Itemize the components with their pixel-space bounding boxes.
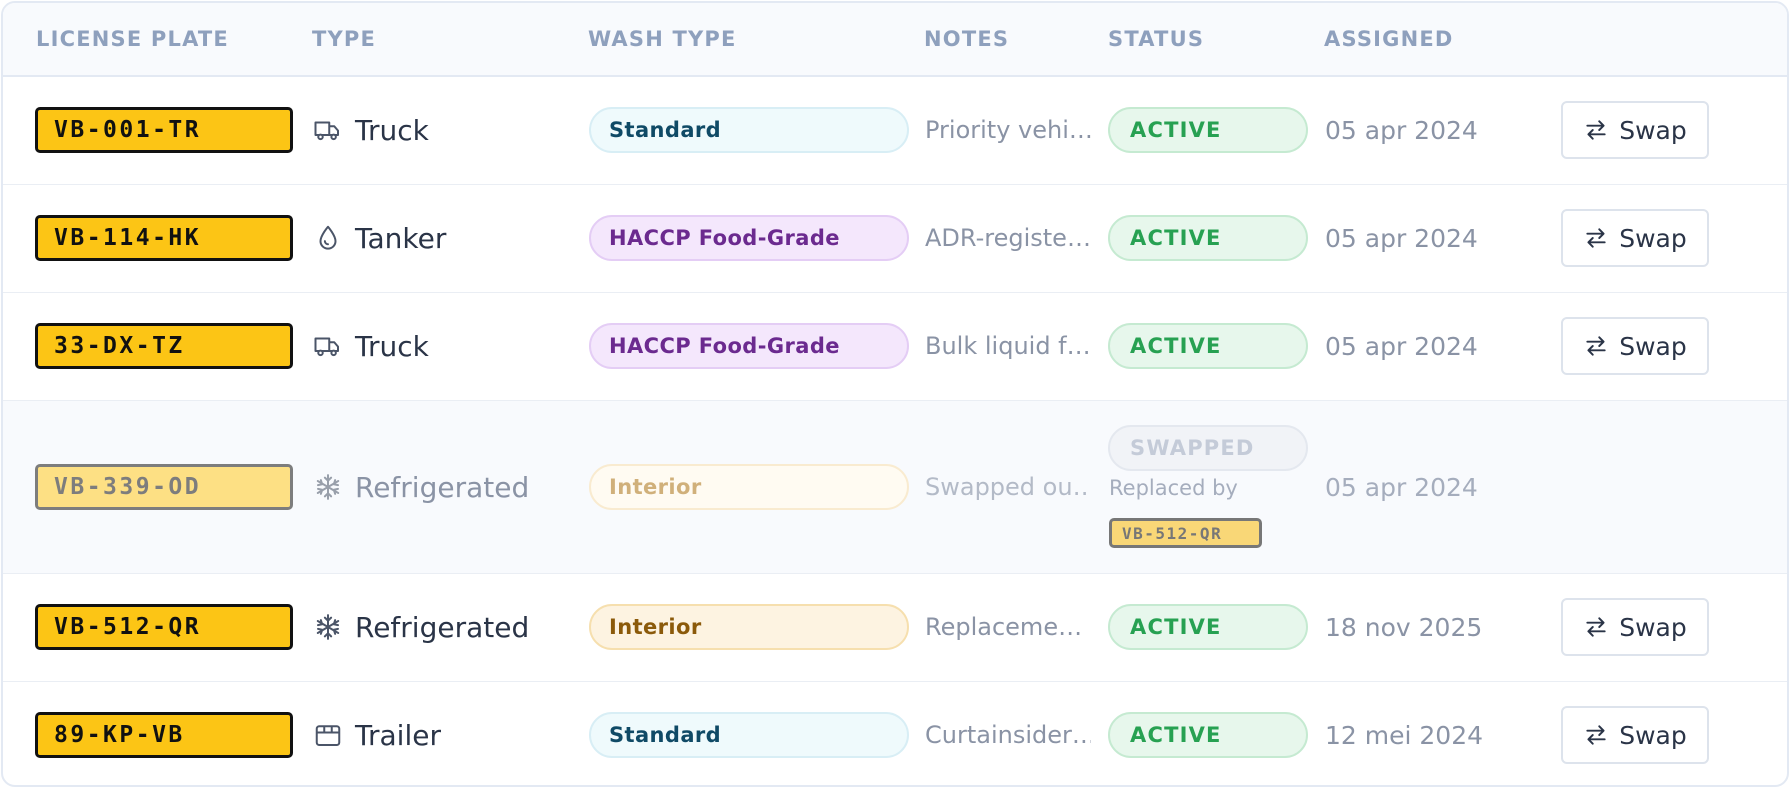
swap-button[interactable]: Swap (1561, 317, 1709, 375)
header-type: TYPE (312, 27, 377, 51)
truck-icon (313, 331, 343, 361)
license-plate: VB-114-HK (35, 215, 293, 261)
vehicle-table: LICENSE PLATE TYPE WASH TYPE NOTES STATU… (1, 1, 1789, 787)
table-row: 33-DX-TZ Truck HACCP Food-Grade Bulk liq… (3, 293, 1787, 401)
notes-text: ADR-registe… (925, 224, 1091, 252)
swap-button[interactable]: Swap (1561, 209, 1709, 267)
status-badge: SWAPPED (1108, 425, 1308, 471)
notes-text: Priority vehi… (925, 116, 1091, 144)
wash-type-badge: Standard (589, 107, 909, 153)
swap-icon (1583, 333, 1609, 359)
wash-type-badge: Interior (589, 604, 909, 650)
table-header: LICENSE PLATE TYPE WASH TYPE NOTES STATU… (3, 3, 1787, 77)
table-row: 89-KP-VB Trailer Standard Curtainsider… … (3, 682, 1787, 785)
vehicle-type: Tanker (313, 215, 446, 261)
status-badge: ACTIVE (1108, 215, 1308, 261)
notes-text: Replaceme… (925, 613, 1083, 641)
truck-icon (313, 115, 343, 145)
header-assigned: ASSIGNED (1324, 27, 1454, 51)
notes-text: Curtainsider… (925, 721, 1091, 749)
assigned-date: 05 apr 2024 (1325, 331, 1478, 361)
assigned-date: 12 mei 2024 (1325, 720, 1484, 750)
replacement-plate: VB-512-QR (1109, 518, 1262, 548)
vehicle-type: Truck (313, 323, 429, 369)
swap-button-label: Swap (1619, 720, 1687, 750)
swap-button[interactable]: Swap (1561, 706, 1709, 764)
trailer-icon (313, 720, 343, 750)
status-badge: ACTIVE (1108, 107, 1308, 153)
assigned-date: 18 nov 2025 (1325, 612, 1483, 642)
wash-type-badge: HACCP Food-Grade (589, 215, 909, 261)
replaced-by-label: Replaced by (1109, 476, 1238, 500)
swap-button-label: Swap (1619, 612, 1687, 642)
vehicle-type: Truck (313, 107, 429, 153)
header-notes: NOTES (924, 27, 1010, 51)
status-badge: ACTIVE (1108, 323, 1308, 369)
swap-button[interactable]: Swap (1561, 598, 1709, 656)
table-row: VB-512-QR Refrigerated Interior Replacem… (3, 574, 1787, 682)
license-plate: VB-001-TR (35, 107, 293, 153)
notes-text: Swapped ou… (925, 473, 1091, 501)
vehicle-type-label: Truck (355, 329, 429, 363)
vehicle-type-label: Refrigerated (355, 610, 530, 644)
wash-type-badge: Interior (589, 464, 909, 510)
table-row: VB-001-TR Truck Standard Priority vehi… … (3, 77, 1787, 185)
license-plate: VB-339-OD (35, 464, 293, 510)
status-badge: ACTIVE (1108, 712, 1308, 758)
header-status: STATUS (1108, 27, 1205, 51)
wash-type-badge: Standard (589, 712, 909, 758)
wash-type-badge: HACCP Food-Grade (589, 323, 909, 369)
swap-button-label: Swap (1619, 223, 1687, 253)
vehicle-type: Refrigerated (313, 464, 529, 510)
header-license-plate: LICENSE PLATE (36, 27, 229, 51)
table-row-swapped: VB-339-OD Refrigerated Interior Swapped … (3, 401, 1787, 574)
snowflake-icon (313, 612, 343, 642)
vehicle-type-label: Tanker (355, 221, 447, 255)
vehicle-type: Refrigerated (313, 604, 529, 650)
assigned-date: 05 apr 2024 (1325, 223, 1478, 253)
vehicle-type-label: Truck (355, 113, 429, 147)
swap-button[interactable]: Swap (1561, 101, 1709, 159)
swap-icon (1583, 117, 1609, 143)
vehicle-type-label: Refrigerated (355, 470, 530, 504)
table-row: VB-114-HK Tanker HACCP Food-Grade ADR-re… (3, 185, 1787, 293)
license-plate: 33-DX-TZ (35, 323, 293, 369)
header-wash-type: WASH TYPE (588, 27, 737, 51)
vehicle-type-label: Trailer (355, 718, 441, 752)
swap-icon (1583, 614, 1609, 640)
swap-button-label: Swap (1619, 331, 1687, 361)
license-plate: VB-512-QR (35, 604, 293, 650)
swap-icon (1583, 225, 1609, 251)
droplet-icon (313, 223, 343, 253)
assigned-date: 05 apr 2024 (1325, 472, 1478, 502)
status-badge: ACTIVE (1108, 604, 1308, 650)
license-plate: 89-KP-VB (35, 712, 293, 758)
notes-text: Bulk liquid f… (925, 332, 1091, 360)
assigned-date: 05 apr 2024 (1325, 115, 1478, 145)
swap-icon (1583, 722, 1609, 748)
swap-button-label: Swap (1619, 115, 1687, 145)
vehicle-type: Trailer (313, 712, 441, 758)
snowflake-icon (313, 472, 343, 502)
